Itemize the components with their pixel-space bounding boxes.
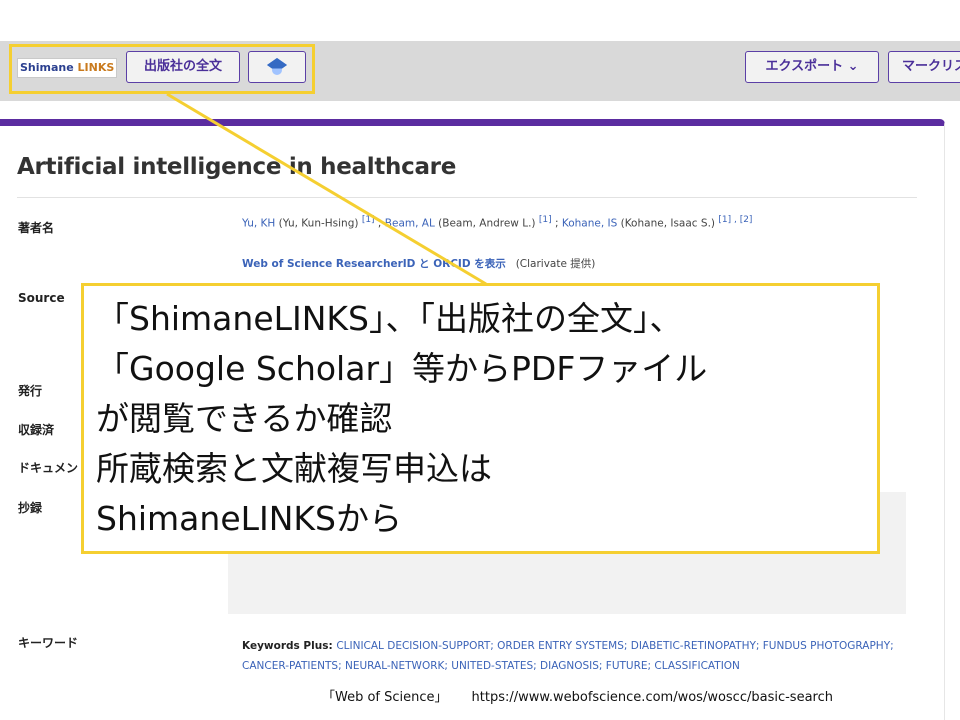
record-title: Artificial intelligence in healthcare xyxy=(17,154,457,180)
callout-line: 「Google Scholar」等からPDFファイル xyxy=(96,349,708,388)
annotation-callout: 「ShimaneLINKS」、「出版社の全文」、 「Google Scholar… xyxy=(81,283,880,554)
keywords-label: キーワード xyxy=(18,636,79,650)
source-name: 「Web of Science」 xyxy=(322,690,448,705)
authors-label: 著者名 xyxy=(18,221,55,235)
toolbar-highlight-frame xyxy=(9,44,315,94)
researcher-id-link[interactable]: Web of Science ResearcherID と ORCID を表示 xyxy=(242,258,506,270)
keywords-plus-links[interactable]: CLINICAL DECISION-SUPPORT; ORDER ENTRY S… xyxy=(242,640,894,672)
affiliation-ref[interactable]: [1] , [2] xyxy=(718,215,752,225)
author-link[interactable]: Kohane, IS xyxy=(562,218,617,230)
keywords-plus: Keywords Plus: CLINICAL DECISION-SUPPORT… xyxy=(242,640,894,672)
author-link[interactable]: Yu, KH xyxy=(242,218,275,230)
published-label: 発行 xyxy=(18,384,43,398)
export-button[interactable]: エクスポート ⌄ xyxy=(745,51,879,83)
callout-line: が閲覧できるか確認 xyxy=(96,399,393,438)
author-list: Yu, KH (Yu, Kun-Hsing) [1] ; Beam, AL (B… xyxy=(242,215,753,230)
callout-line: 所蔵検索と文献複写申込は xyxy=(96,449,492,488)
affiliation-ref[interactable]: [1] xyxy=(362,215,375,225)
marked-list-button[interactable]: マークリスト xyxy=(888,51,960,83)
provider-note: (Clarivate 提供) xyxy=(515,258,596,270)
callout-line: 「ShimaneLINKS」、「出版社の全文」、 xyxy=(96,299,683,338)
title-divider xyxy=(17,197,917,198)
affiliation-ref[interactable]: [1] xyxy=(539,215,552,225)
callout-line: ShimaneLINKSから xyxy=(96,499,403,538)
source-citation: 「Web of Science」 https://www.webofscience… xyxy=(322,686,833,705)
source-label: Source xyxy=(18,291,65,305)
author-link[interactable]: Beam, AL xyxy=(385,218,435,230)
source-url: https://www.webofscience.com/wos/woscc/b… xyxy=(471,690,833,705)
abstract-label: 抄録 xyxy=(18,501,43,515)
researcher-id-row: Web of Science ResearcherID と ORCID を表示 (… xyxy=(242,256,595,271)
indexed-label: 収録済 xyxy=(18,423,55,437)
